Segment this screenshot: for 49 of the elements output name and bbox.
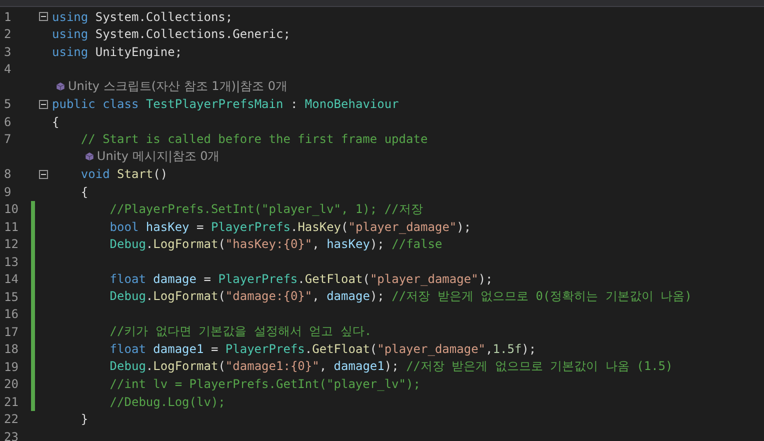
line-number: 4 [3, 62, 12, 76]
code-line: //Debug.Log(lv); [108, 394, 226, 409]
line-number: 5 [3, 97, 12, 112]
collapse-icon[interactable] [39, 100, 48, 109]
codelens-text[interactable]: Unity 메시지|참조 0개 [96, 148, 220, 166]
line-number: 19 [3, 360, 20, 374]
collapse-icon[interactable] [39, 170, 48, 179]
line-number: 14 [3, 272, 20, 286]
line-number: 9 [3, 184, 12, 199]
line-number: 12 [3, 237, 20, 252]
code-line: void Start() [80, 167, 168, 182]
line-number: 22 [3, 412, 20, 426]
line-number: 21 [3, 394, 20, 409]
line-number: 16 [3, 307, 20, 322]
code-line: using System.Collections; [52, 10, 233, 24]
line-number: 10 [3, 202, 20, 216]
code-line: using System.Collections.Generic; [52, 27, 290, 42]
cube-icon [84, 152, 94, 162]
code-line: public class TestPlayerPrefsMain : MonoBehaviour [52, 97, 399, 112]
line-number: 11 [3, 220, 20, 234]
code-line: { [80, 184, 88, 199]
line-number: 6 [3, 114, 12, 129]
line-number: 13 [3, 254, 20, 269]
line-number: 8 [3, 167, 12, 182]
line-number: 15 [3, 290, 20, 304]
collapse-icon[interactable] [39, 12, 48, 22]
code-line: Debug.LogFormat("hasKey:{0}", hasKey); //false [108, 237, 442, 252]
codelens-text[interactable]: Unity 스크립트(자산 참조 1개)|참조 0개 [68, 78, 288, 96]
line-number: 1 [3, 10, 12, 24]
code-line: Debug.LogFormat("damage:{0}", damage); //저장 받은게 없으므로 0(정확히는 기본값이 나옴) [108, 288, 692, 306]
code-line: } [80, 412, 88, 426]
line-number: 2 [3, 27, 12, 42]
code-line: { [52, 114, 60, 129]
code-line: //키가 없다면 기본값을 설정해서 얻고 싶다. [108, 323, 372, 340]
line-number: 23 [3, 430, 20, 441]
code-line: bool hasKey = PlayerPrefs.HasKey("player_damage"); [108, 220, 472, 234]
code-line: // Start is called before the first frame update [80, 132, 428, 146]
code-line: //int lv = PlayerPrefs.GetInt("player_lv"); [108, 377, 420, 392]
line-number: 7 [3, 132, 12, 146]
code-line: float damage = PlayerPrefs.GetFloat("player_damage"); [108, 272, 493, 286]
code-line: //PlayerPrefs.SetInt("player_lv", 1); //저장 [108, 200, 423, 218]
cube-icon [56, 82, 65, 92]
line-number: 3 [3, 44, 12, 59]
code-line: Debug.LogFormat("damage1:{0}", damage1); //저장 받은게 없으므로 기본값이 나옴 (1.5) [108, 358, 673, 376]
code-line: using UnityEngine; [52, 44, 182, 59]
line-number: 18 [3, 342, 20, 356]
line-number: 20 [3, 377, 20, 392]
code-line: float damage1 = PlayerPrefs.GetFloat("player_damage",1.5f); [108, 342, 536, 356]
line-number: 17 [3, 324, 20, 339]
